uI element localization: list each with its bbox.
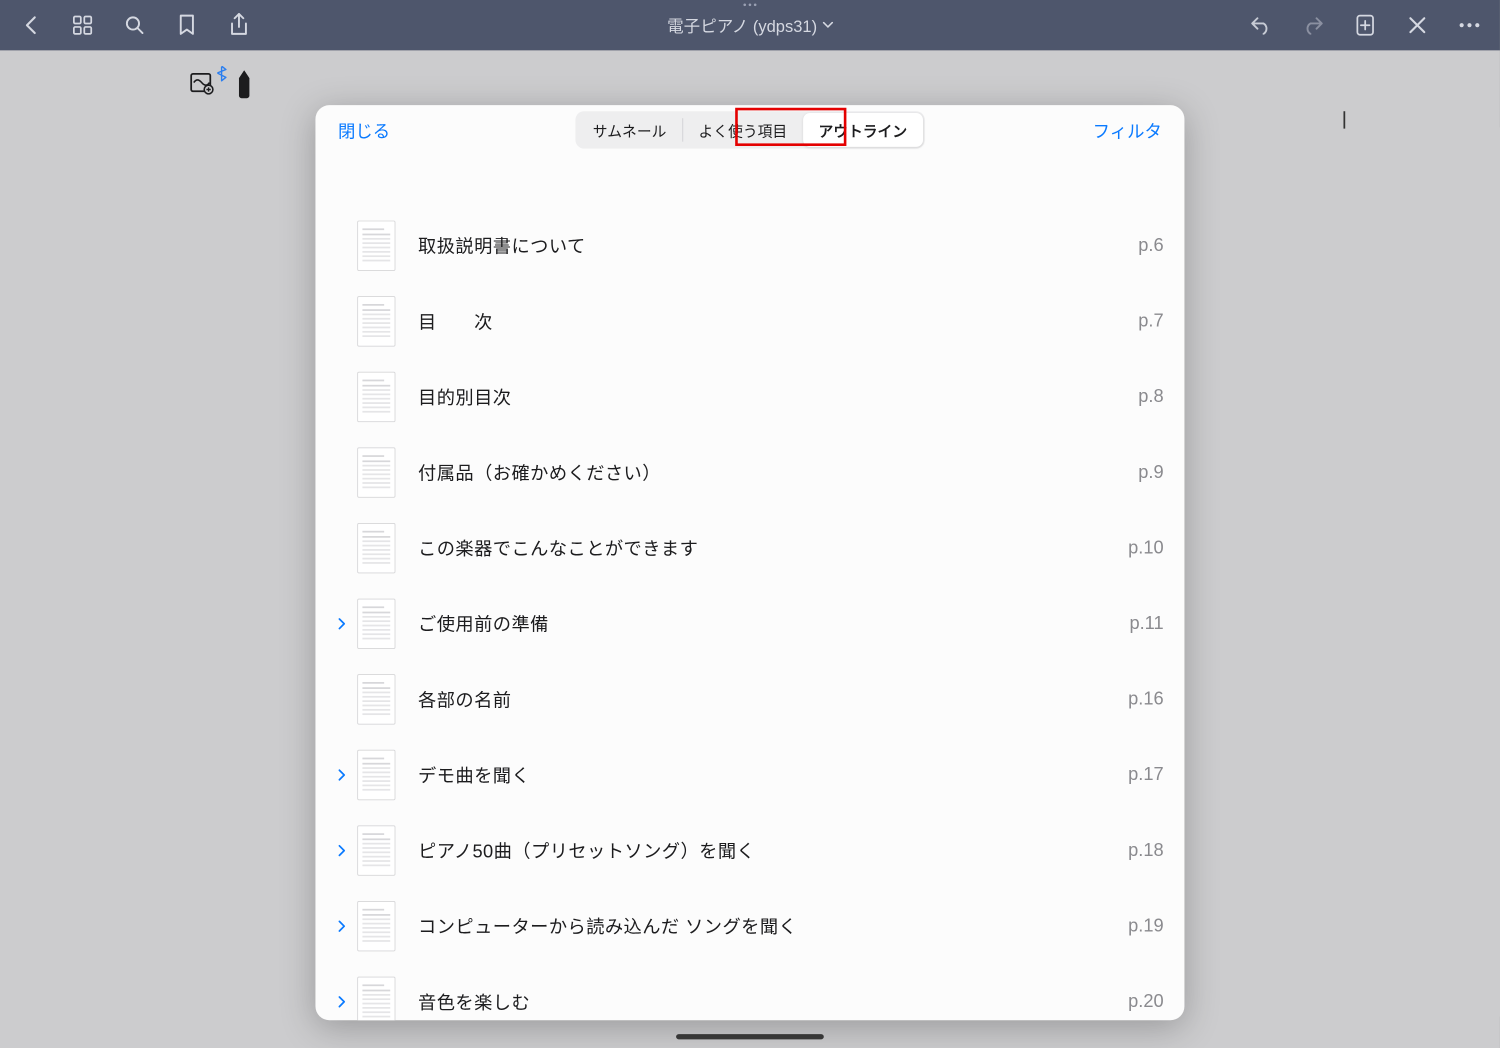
page-thumbnail — [357, 901, 395, 951]
close-button[interactable]: 閉じる — [338, 117, 390, 142]
chevron-down-icon — [822, 22, 832, 29]
outline-list[interactable]: 取扱説明書についてp.6目 次p.7目的別目次p.8付属品（お確かめください）p… — [315, 158, 1184, 1020]
tab-favorites[interactable]: よく使う項目 — [683, 113, 803, 147]
page-thumbnail — [357, 523, 395, 573]
outline-title: デモ曲を聞く — [418, 762, 1128, 788]
page-thumbnail — [357, 826, 395, 876]
outline-page-number: p.20 — [1128, 992, 1164, 1013]
outline-title: 目 次 — [418, 308, 1138, 334]
outline-page-number: p.10 — [1128, 538, 1164, 559]
outline-page-number: p.19 — [1128, 916, 1164, 937]
outline-page-number: p.17 — [1128, 765, 1164, 786]
page-thumbnail — [357, 221, 395, 271]
outline-row[interactable]: 各部の名前p.16 — [315, 662, 1184, 738]
page-thumbnail — [357, 372, 395, 422]
outline-row[interactable]: 音色を楽しむp.20 — [315, 965, 1184, 1021]
outline-title: ご使用前の準備 — [418, 611, 1129, 637]
tab-thumbnails[interactable]: サムネール — [577, 113, 682, 147]
page-thumbnail — [357, 977, 395, 1020]
chevron-right-icon — [338, 769, 346, 781]
redo-icon[interactable] — [1302, 14, 1325, 37]
outline-title: 取扱説明書について — [418, 233, 1138, 259]
share-icon[interactable] — [228, 14, 251, 37]
search-icon[interactable] — [123, 14, 146, 37]
outline-row[interactable]: この楽器でこんなことができますp.10 — [315, 511, 1184, 587]
expand-toggle[interactable] — [326, 769, 357, 781]
back-icon[interactable] — [19, 14, 42, 37]
outline-row[interactable]: デモ曲を聞くp.17 — [315, 738, 1184, 814]
page-thumbnail — [357, 599, 395, 649]
outline-row[interactable]: ピアノ50曲（プリセットソング）を聞くp.18 — [315, 813, 1184, 889]
new-page-icon[interactable] — [1354, 14, 1377, 37]
expand-toggle[interactable] — [326, 996, 357, 1008]
outline-page-number: p.16 — [1128, 689, 1164, 710]
undo-icon[interactable] — [1250, 14, 1273, 37]
outline-page-number: p.6 — [1138, 235, 1163, 256]
drag-handle-dots[interactable] — [743, 3, 756, 6]
expand-toggle[interactable] — [326, 845, 357, 857]
filter-button[interactable]: フィルタ — [1093, 117, 1162, 142]
page-thumbnail — [357, 448, 395, 498]
tab-outline[interactable]: アウトライン — [803, 113, 923, 147]
outline-page-number: p.8 — [1138, 387, 1163, 408]
outline-row[interactable]: ご使用前の準備p.11 — [315, 587, 1184, 663]
page-thumbnail — [357, 674, 395, 724]
pen-tool-icon[interactable] — [231, 71, 257, 97]
outline-page-number: p.7 — [1138, 311, 1163, 332]
outline-page-number: p.9 — [1138, 462, 1163, 483]
chevron-right-icon — [338, 618, 346, 630]
outline-title: 付属品（お確かめください） — [418, 460, 1138, 486]
crop-tool-icon[interactable] — [189, 71, 215, 97]
expand-toggle[interactable] — [326, 618, 357, 630]
outline-title: 目的別目次 — [418, 384, 1138, 410]
chevron-right-icon — [338, 845, 346, 857]
outline-page-number: p.11 — [1129, 614, 1163, 635]
library-grid-icon[interactable] — [71, 14, 94, 37]
outline-row[interactable]: 目 次p.7 — [315, 284, 1184, 360]
document-title[interactable]: 電子ピアノ (ydps31) — [667, 13, 833, 36]
outline-row[interactable]: 付属品（お確かめください）p.9 — [315, 435, 1184, 511]
app-top-nav: 電子ピアノ (ydps31) — [0, 0, 1500, 50]
expand-toggle[interactable] — [326, 920, 357, 932]
bluetooth-badge-icon — [217, 66, 227, 82]
outline-title: 音色を楽しむ — [418, 989, 1128, 1015]
document-area: 閉じる サムネール よく使う項目 アウトライン フィルタ 取扱説明書についてp.… — [0, 50, 1500, 1048]
outline-title: コンピューターから読み込んだ ソングを聞く — [418, 913, 1128, 939]
outline-title: 各部の名前 — [418, 687, 1128, 713]
outline-title: この楽器でこんなことができます — [418, 535, 1128, 561]
document-title-text: 電子ピアノ (ydps31) — [667, 13, 817, 36]
page-edge-marker — [1343, 111, 1345, 128]
outline-page-number: p.18 — [1128, 840, 1164, 861]
close-icon[interactable] — [1406, 14, 1429, 37]
outline-row[interactable]: コンピューターから読み込んだ ソングを聞くp.19 — [315, 889, 1184, 965]
more-icon[interactable] — [1458, 14, 1481, 37]
outline-row[interactable]: 取扱説明書についてp.6 — [315, 209, 1184, 285]
outline-title: ピアノ50曲（プリセットソング）を聞く — [418, 838, 1128, 864]
home-indicator — [676, 1034, 824, 1039]
bookmark-icon[interactable] — [176, 14, 199, 37]
view-segmented-control: サムネール よく使う項目 アウトライン — [575, 111, 924, 148]
page-thumbnail — [357, 296, 395, 346]
page-thumbnail — [357, 750, 395, 800]
outline-popover: 閉じる サムネール よく使う項目 アウトライン フィルタ 取扱説明書についてp.… — [315, 105, 1184, 1020]
chevron-right-icon — [338, 920, 346, 932]
outline-row[interactable]: 目的別目次p.8 — [315, 360, 1184, 436]
chevron-right-icon — [338, 996, 346, 1008]
